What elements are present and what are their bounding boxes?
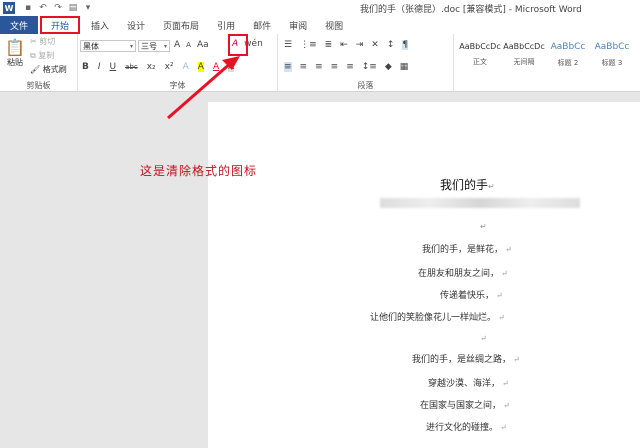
numbering-icon[interactable]: ⋮≡: [300, 40, 317, 50]
font-name-combo[interactable]: 黑体 ▾: [80, 40, 136, 52]
chevron-down-icon: ▾: [129, 42, 133, 50]
distributed-icon[interactable]: ≡: [346, 62, 354, 72]
redo-icon[interactable]: ↷: [53, 3, 63, 13]
highlight-color-button[interactable]: A: [197, 62, 204, 72]
clipboard-icon: 📋: [5, 38, 25, 57]
styles-group: AaBbCcDc 正文 AaBbCcDc 无间隔 AaBbCc 标题 2 AaB…: [454, 34, 640, 92]
change-case-icon[interactable]: Aa: [197, 40, 209, 50]
paste-button[interactable]: 📋 粘贴: [4, 38, 26, 68]
paragraph-group: ☰ ⋮≡ ≣ ⇤ ⇥ ✕ ↕ ¶ ≡ ≡ ≡ ≡ ≡ ↕≡ ◆ ▦ 段落: [278, 34, 454, 92]
style-heading-3[interactable]: AaBbCc 标题 3: [590, 38, 634, 78]
copy-icon: ⧉: [30, 50, 36, 60]
chevron-down-icon: ▾: [163, 42, 167, 50]
tab-design[interactable]: 设计: [118, 16, 154, 34]
clipboard-group-label: 剪贴板: [26, 81, 51, 90]
format-painter-button[interactable]: 🖌 格式刷: [30, 64, 67, 75]
tab-home[interactable]: 开始: [40, 16, 81, 34]
tab-page-layout[interactable]: 页面布局: [154, 16, 208, 34]
tab-file[interactable]: 文件: [0, 16, 38, 34]
document-line[interactable]: ↵: [478, 334, 487, 344]
bold-button[interactable]: B: [82, 62, 89, 72]
more-icon[interactable]: ▾: [83, 3, 93, 13]
copy-button[interactable]: ⧉ 复制: [30, 50, 54, 61]
subscript-button[interactable]: x₂: [147, 62, 156, 72]
document-workspace: [0, 92, 640, 448]
document-line[interactable]: 我们的手，是鲜花， ↵: [422, 242, 512, 255]
document-line[interactable]: 在国家与国家之间， ↵: [420, 398, 510, 411]
tab-references[interactable]: 引用: [208, 16, 244, 34]
clipboard-group: 📋 粘贴 ✂ 剪切 ⧉ 复制 🖌 格式刷 剪贴板: [0, 34, 78, 92]
line-spacing-icon[interactable]: ↕≡: [362, 62, 377, 72]
bullets-icon[interactable]: ☰: [284, 40, 292, 50]
paintbrush-icon: 🖌: [30, 65, 41, 74]
decrease-indent-icon[interactable]: ⇤: [340, 40, 348, 50]
paragraph-mark: ↵: [480, 222, 487, 231]
font-color-button[interactable]: A: [213, 62, 219, 72]
borders-icon[interactable]: ▦: [400, 62, 409, 72]
style-heading-2[interactable]: AaBbCc 标题 2: [546, 38, 590, 78]
save-icon[interactable]: ▪: [23, 3, 33, 13]
increase-indent-icon[interactable]: ⇥: [356, 40, 364, 50]
tab-review[interactable]: 审阅: [280, 16, 316, 34]
show-marks-icon[interactable]: ¶: [402, 40, 409, 50]
annotation-text: 这是清除格式的图标: [140, 164, 258, 178]
document-line[interactable]: 在朋友和朋友之间， ↵: [418, 266, 508, 279]
strikethrough-button[interactable]: abc: [125, 63, 138, 71]
ribbon: 📋 粘贴 ✂ 剪切 ⧉ 复制 🖌 格式刷 剪贴板 黑体 ▾ 三号 ▾ A A Aa …: [0, 34, 640, 92]
superscript-button[interactable]: x²: [165, 62, 174, 72]
scissors-icon: ✂: [30, 37, 37, 46]
cut-button[interactable]: ✂ 剪切: [30, 36, 55, 47]
undo-icon[interactable]: ↶: [38, 3, 48, 13]
clear-formatting-highlight: [228, 34, 248, 56]
style-no-spacing[interactable]: AaBbCcDc 无间隔: [502, 38, 546, 78]
document-line[interactable]: 穿越沙漠、海洋， ↵: [428, 376, 509, 389]
font-size-combo[interactable]: 三号 ▾: [138, 40, 170, 52]
shading-icon[interactable]: ◆: [385, 62, 392, 72]
text-effects-icon[interactable]: A: [183, 62, 189, 72]
paragraph-group-label: 段落: [357, 81, 374, 90]
quick-access-toolbar: ▪ ↶ ↷ ▤ ▾: [23, 3, 93, 13]
justify-icon[interactable]: ≡: [331, 62, 339, 72]
align-right-icon[interactable]: ≡: [315, 62, 323, 72]
align-left-icon[interactable]: ≡: [284, 62, 292, 72]
document-heading[interactable]: 我们的手↵: [440, 176, 495, 193]
font-group-label: 字体: [169, 81, 186, 90]
window-title: 我们的手（张德昆）.doc [兼容模式] - Microsoft Word: [360, 5, 582, 15]
ribbon-tabs: 文件 开始 插入 设计 页面布局 引用 邮件 审阅 视图: [0, 16, 640, 34]
tab-view[interactable]: 视图: [316, 16, 352, 34]
shrink-font-icon[interactable]: A: [186, 41, 191, 49]
multilevel-list-icon[interactable]: ≣: [325, 40, 333, 50]
sort-icon[interactable]: ↕: [387, 40, 395, 50]
asian-layout-icon[interactable]: ✕: [371, 40, 379, 50]
document-line[interactable]: 进行文化的碰撞。 ↵: [426, 420, 507, 433]
style-normal[interactable]: AaBbCcDc 正文: [458, 38, 502, 78]
character-shading-icon[interactable]: A: [228, 62, 235, 72]
document-line[interactable]: 让他们的笑脸像花儿一样灿烂。 ↵: [370, 310, 505, 323]
grow-font-icon[interactable]: A: [174, 40, 180, 50]
print-preview-icon[interactable]: ▤: [68, 3, 78, 13]
tab-mailings[interactable]: 邮件: [244, 16, 280, 34]
font-group: 黑体 ▾ 三号 ▾ A A Aa A wén B I U abc x₂ x² A A…: [78, 34, 278, 92]
document-line[interactable]: 我们的手，是丝绸之路， ↵: [412, 352, 520, 365]
align-center-icon[interactable]: ≡: [300, 62, 308, 72]
italic-button[interactable]: I: [98, 62, 101, 72]
title-bar: W ▪ ↶ ↷ ▤ ▾ 我们的手（张德昆）.doc [兼容模式] - Micro…: [0, 0, 640, 16]
tab-insert[interactable]: 插入: [82, 16, 118, 34]
word-app-icon[interactable]: W: [3, 2, 15, 14]
underline-button[interactable]: U: [110, 62, 117, 72]
document-line[interactable]: 传递着快乐， ↵: [440, 288, 503, 301]
blurred-author-line: [380, 198, 580, 208]
